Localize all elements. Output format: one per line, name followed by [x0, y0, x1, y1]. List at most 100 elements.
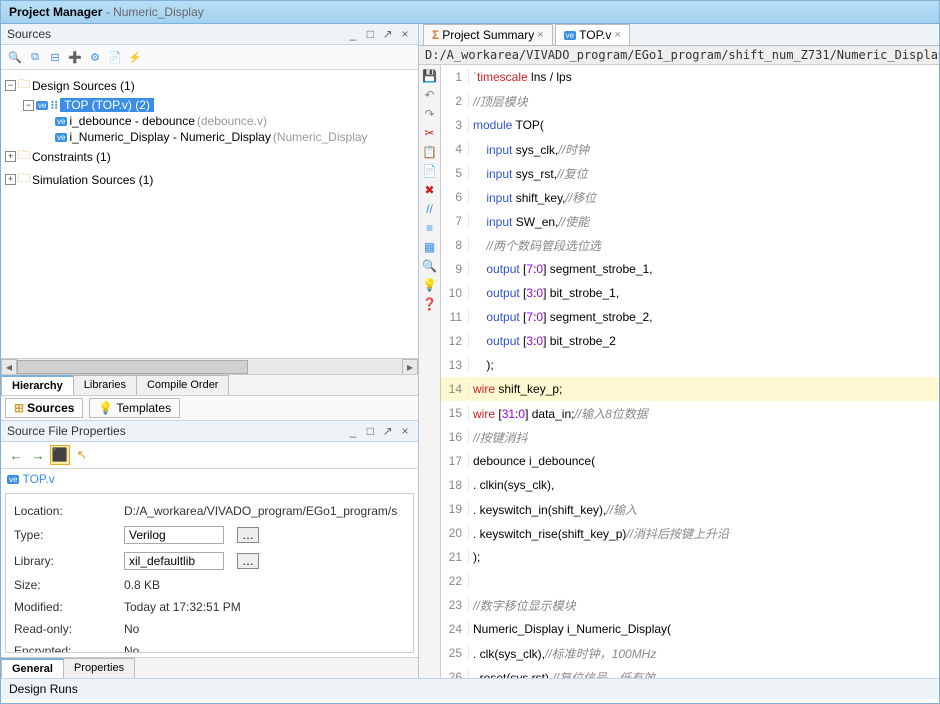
btab-sources[interactable]: ⊞ Sources [5, 398, 83, 418]
minimize-icon[interactable]: _ [346, 27, 360, 41]
expand-icon[interactable]: ⧉ [26, 48, 44, 66]
save-icon[interactable]: 💾 [421, 67, 439, 85]
paste-icon[interactable]: 📄 [421, 162, 439, 180]
code-line[interactable]: 8 //两个数码管段选位选 [441, 233, 939, 257]
forward-icon[interactable]: → [28, 445, 48, 465]
wizard-icon[interactable]: ⚙ [86, 48, 104, 66]
code-line[interactable]: 4 input sys_clk,//时钟 [441, 137, 939, 161]
code-line[interactable]: 3module TOP( [441, 113, 939, 137]
code-line[interactable]: 11 output [7:0] segment_strobe_2, [441, 305, 939, 329]
redo-icon[interactable]: ↷ [421, 105, 439, 123]
close-icon[interactable]: × [398, 424, 412, 438]
browse-button[interactable]: … [237, 553, 259, 569]
code-line[interactable]: 16//按键消抖 [441, 425, 939, 449]
code-editor[interactable]: 1`timescale lns / lps2//顶层模块3module TOP(… [441, 65, 939, 678]
prop-type: Type: … [14, 522, 405, 548]
title-bar: Project Manager - Numeric_Display [1, 1, 939, 24]
settings-icon[interactable]: ⚡ [126, 48, 144, 66]
type-input[interactable] [124, 526, 224, 544]
tree-constraints[interactable]: + 🗀 Constraints (1) [3, 145, 416, 168]
code-line[interactable]: 24Numeric_Display i_Numeric_Display( [441, 617, 939, 641]
code-line[interactable]: 1`timescale lns / lps [441, 65, 939, 89]
toggle-icon[interactable]: + [5, 174, 16, 185]
find-icon[interactable]: 🔍 [421, 257, 439, 275]
code-line[interactable]: 22 [441, 569, 939, 593]
tab-compile-order[interactable]: Compile Order [136, 375, 230, 395]
code-line[interactable]: 23//数字移位显示模块 [441, 593, 939, 617]
toggle-icon[interactable]: + [5, 151, 16, 162]
tree-design-sources[interactable]: − 🗀 Design Sources (1) [3, 74, 416, 97]
sigma-icon: Σ [432, 28, 439, 42]
code-line[interactable]: 26 reset(sys rst) //复位信号，低有效 [441, 665, 939, 678]
design-runs-panel[interactable]: Design Runs [1, 678, 939, 699]
code-line[interactable]: 7 input SW_en,//使能 [441, 209, 939, 233]
scroll-left-icon[interactable]: ◂ [1, 359, 17, 375]
search-icon[interactable]: 🔍 [6, 48, 24, 66]
code-line[interactable]: 21); [441, 545, 939, 569]
code-line[interactable]: 5 input sys_rst,//复位 [441, 161, 939, 185]
toggle-icon[interactable]: − [23, 100, 34, 111]
undo-icon[interactable]: ↶ [421, 86, 439, 104]
tab-hierarchy[interactable]: Hierarchy [1, 375, 74, 395]
indent-icon[interactable]: ≡ [421, 219, 439, 237]
highlight-icon[interactable]: ⬛ [50, 445, 70, 465]
close-icon[interactable]: × [398, 27, 412, 41]
tab-libraries[interactable]: Libraries [73, 375, 137, 395]
editor-toolbar: 💾 ↶ ↷ ✂ 📋 📄 ✖ // ≡ ▦ 🔍 💡 ❓ [419, 65, 441, 678]
code-line[interactable]: 15wire [31:0] data_in;//输入8位数据 [441, 401, 939, 425]
library-input[interactable] [124, 552, 224, 570]
maximize-icon[interactable]: □ [363, 27, 377, 41]
code-line[interactable]: 25. clk(sys_clk),//标准时钟，100MHz [441, 641, 939, 665]
file-icon[interactable]: 📄 [106, 48, 124, 66]
code-line[interactable]: 20. keyswitch_rise(shift_key_p)//消抖后按键上升… [441, 521, 939, 545]
tree-numeric-display[interactable]: ve i_Numeric_Display - Numeric_Display (… [3, 129, 416, 145]
tree-debounce[interactable]: ve i_debounce - debounce (debounce.v) [3, 113, 416, 129]
scroll-right-icon[interactable]: ▸ [402, 359, 418, 375]
add-icon[interactable]: ➕ [66, 48, 84, 66]
btab-templates[interactable]: 💡 Templates [89, 398, 180, 418]
copy-icon[interactable]: 📋 [421, 143, 439, 161]
delete-icon[interactable]: ✖ [421, 181, 439, 199]
tab-general[interactable]: General [1, 658, 64, 678]
tree-sim-sources[interactable]: + 🗀 Simulation Sources (1) [3, 168, 416, 191]
collapse-icon[interactable]: ⊟ [46, 48, 64, 66]
h-scrollbar[interactable]: ◂ ▸ [1, 358, 418, 374]
code-line[interactable]: 18. clkin(sys_clk), [441, 473, 939, 497]
help-icon[interactable]: ❓ [421, 295, 439, 313]
cut-icon[interactable]: ✂ [421, 124, 439, 142]
props-nav: ← → ⬛ ↖ [1, 442, 418, 469]
code-line[interactable]: 17debounce i_debounce( [441, 449, 939, 473]
scroll-thumb[interactable] [17, 360, 248, 374]
close-tab-icon[interactable]: × [614, 29, 620, 41]
code-line[interactable]: 9 output [7:0] segment_strobe_1, [441, 257, 939, 281]
tab-project-summary[interactable]: Σ Project Summary × [423, 24, 553, 45]
tab-properties[interactable]: Properties [63, 658, 135, 678]
code-line[interactable]: 2//顶层模块 [441, 89, 939, 113]
tab-top-v[interactable]: ve TOP.v × [555, 24, 630, 45]
code-line[interactable]: 10 output [3:0] bit_strobe_1, [441, 281, 939, 305]
bulb-icon[interactable]: 💡 [421, 276, 439, 294]
restore-icon[interactable]: ↗ [381, 27, 395, 41]
back-icon[interactable]: ← [6, 445, 26, 465]
chip-icon[interactable]: ▦ [421, 238, 439, 256]
close-tab-icon[interactable]: × [537, 29, 543, 41]
toggle-icon[interactable]: − [5, 80, 16, 91]
sources-title: Sources [7, 27, 51, 41]
hierarchy-icon: ⊞ [14, 401, 24, 415]
code-line[interactable]: 19. keyswitch_in(shift_key),//输入 [441, 497, 939, 521]
browse-button[interactable]: … [237, 527, 259, 543]
sources-header: Sources _ □ ↗ × [1, 24, 418, 45]
folder-icon: 🗀 [18, 146, 30, 167]
code-line[interactable]: 6 input shift_key,//移位 [441, 185, 939, 209]
code-line[interactable]: 14wire shift_key_p; [441, 377, 939, 401]
cursor-icon[interactable]: ↖ [72, 445, 92, 465]
restore-icon[interactable]: ↗ [381, 424, 395, 438]
tree-top[interactable]: − ve ⁝⁝ TOP (TOP.v) (2) [3, 97, 416, 113]
prop-modified: Modified: Today at 17:32:51 PM [14, 596, 405, 618]
code-line[interactable]: 12 output [3:0] bit_strobe_2 [441, 329, 939, 353]
title-sub: Numeric_Display [113, 5, 204, 19]
maximize-icon[interactable]: □ [363, 424, 377, 438]
comment-icon[interactable]: // [421, 200, 439, 218]
minimize-icon[interactable]: _ [346, 424, 360, 438]
code-line[interactable]: 13 ); [441, 353, 939, 377]
